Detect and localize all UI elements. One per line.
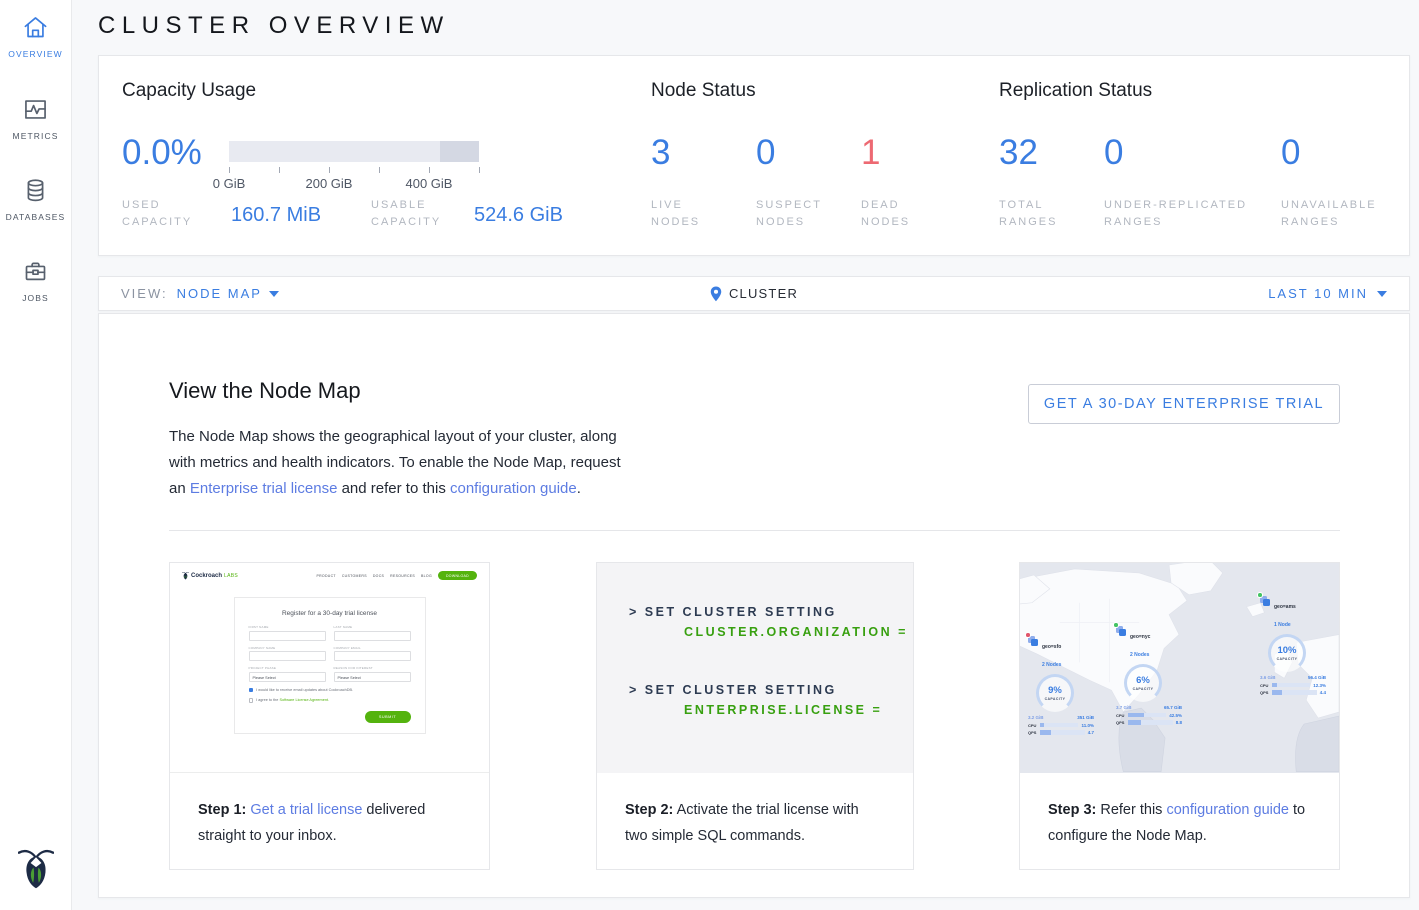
chevron-down-icon [1377,291,1387,297]
locality-widget-sfo: geo=sfo2 Nodes 9% CAPACITY 3.2 GiB351 Gi… [1028,635,1110,735]
dead-nodes-count: 1 [861,133,880,173]
mini-trial-form: Register for a 30-day trial license FIRS… [234,597,426,734]
configuration-guide-link[interactable]: configuration guide [450,480,577,497]
capacity-axis-tick: 200 GiB [294,176,364,191]
step2-caption: Step 2: Activate the trial license with … [597,773,913,869]
capacity-gauge: 10% CAPACITY [1268,634,1306,672]
database-icon [22,191,49,208]
sidebar: OVERVIEW METRICS DATABASES [0,0,72,910]
sidebar-item-label: DATABASES [0,212,71,222]
usable-capacity-label: USABLE CAPACITY [371,197,456,231]
node-icon [1260,595,1271,606]
view-label: VIEW: [121,286,168,301]
step3-caption: Step 3: Refer this configuration guide t… [1020,773,1339,869]
node-map-heading: View the Node Map [169,378,361,404]
node-map-card: View the Node Map The Node Map shows the… [98,313,1410,898]
mini-download-button: DOWNLOAD [438,571,477,580]
cluster-overview-screen: OVERVIEW METRICS DATABASES [0,0,1419,910]
step3-node-map-preview: geo=sfo2 Nodes 9% CAPACITY 3.2 GiB351 Gi… [1020,563,1339,773]
locality-breadcrumb[interactable]: CLUSTER [729,286,798,301]
page-title: CLUSTER OVERVIEW [98,12,450,40]
configuration-guide-link[interactable]: configuration guide [1166,802,1289,818]
time-range-dropdown[interactable]: LAST 10 MIN [1268,286,1387,301]
live-status-dot [1257,592,1263,598]
live-nodes-label: LIVE NODES [651,197,731,231]
view-selector-value: NODE MAP [177,286,262,301]
suspect-nodes-count: 0 [756,133,775,173]
used-capacity-value: 160.7 MiB [231,204,321,227]
sidebar-item-label: JOBS [0,293,71,303]
step3-card: geo=sfo2 Nodes 9% CAPACITY 3.2 GiB351 Gi… [1019,562,1340,870]
usable-capacity-value: 524.6 GiB [474,204,563,227]
mini-checkbox [249,698,254,703]
dead-nodes-label: DEAD NODES [861,197,941,231]
metrics-icon [22,110,49,127]
node-status-title: Node Status [651,80,756,102]
step1-screenshot: Cockroach LABS PRODUCT CUSTOMERS DOCS RE… [170,563,489,773]
step2-card: > SET CLUSTER SETTING CLUSTER.ORGANIZATI… [596,562,914,870]
node-icon [1116,625,1127,636]
mini-submit-button: SUBMIT [365,711,411,723]
replication-status-title: Replication Status [999,80,1152,102]
capacity-axis-tick: 400 GiB [394,176,464,191]
mini-checkbox-checked [249,688,254,693]
mini-cockroach-logo: Cockroach LABS [182,571,238,580]
cluster-summary-card: Capacity Usage 0.0% 0 GiB 200 GiB 400 Gi… [98,55,1410,256]
step1-caption: Step 1: Get a trial license delivered st… [170,773,489,869]
sql-setting: ENTERPRISE.LICENSE = [684,703,882,717]
capacity-bar-reserved-segment [440,141,479,162]
sql-setting: CLUSTER.ORGANIZATION = [684,625,908,639]
step2-sql-snippet: > SET CLUSTER SETTING CLUSTER.ORGANIZATI… [597,563,913,773]
enterprise-trial-license-link[interactable]: Enterprise trial license [190,480,338,497]
get-trial-license-link[interactable]: Get a trial license [250,802,362,818]
sidebar-item-metrics[interactable]: METRICS [0,96,71,141]
location-pin-icon [710,286,722,302]
divider [169,530,1340,531]
suspect-nodes-label: SUSPECT NODES [756,197,836,231]
sidebar-item-jobs[interactable]: JOBS [0,258,71,303]
node-map-description: The Node Map shows the geographical layo… [169,424,639,502]
enterprise-trial-button[interactable]: GET A 30-DAY ENTERPRISE TRIAL [1028,384,1340,424]
total-ranges-count: 32 [999,133,1038,173]
view-bar: VIEW: NODE MAP CLUSTER LAST 10 MIN [98,276,1410,311]
home-icon [22,28,49,45]
chevron-down-icon [269,291,279,297]
sidebar-item-label: METRICS [0,131,71,141]
capacity-usage-title: Capacity Usage [122,80,256,102]
sql-command: > SET CLUSTER SETTING [629,605,908,619]
live-nodes-count: 3 [651,133,670,173]
briefcase-icon [22,272,49,289]
capacity-axis-tick: 0 GiB [202,176,256,191]
mini-site-nav: PRODUCT CUSTOMERS DOCS RESOURCES BLOG DO… [316,571,477,580]
sidebar-item-overview[interactable]: OVERVIEW [0,14,71,59]
capacity-used-percent: 0.0% [122,133,202,173]
locality-widget-ams: geo=ams1 Node 10% CAPACITY 3.6 GiB56.4 G… [1260,595,1339,695]
sql-command: > SET CLUSTER SETTING [629,683,882,697]
cockroachdb-logo [0,845,71,896]
view-selector-dropdown[interactable]: NODE MAP [177,286,279,301]
step1-card: Cockroach LABS PRODUCT CUSTOMERS DOCS RE… [169,562,490,870]
capacity-gauge: 6% CAPACITY [1124,664,1162,702]
unavailable-ranges-count: 0 [1281,133,1300,173]
capacity-gauge: 9% CAPACITY [1036,674,1074,712]
unavailable-ranges-label: UNAVAILABLE RANGES [1281,197,1401,231]
locality-widget-nyc: geo=nyc2 Nodes 6% CAPACITY 3.7 GiB65.7 G… [1116,625,1198,725]
under-replicated-ranges-count: 0 [1104,133,1123,173]
under-replicated-ranges-label: UNDER-REPLICATED RANGES [1104,197,1269,231]
sidebar-item-label: OVERVIEW [0,49,71,59]
total-ranges-label: TOTAL RANGES [999,197,1079,231]
used-capacity-label: USED CAPACITY [122,197,207,231]
capacity-bar [229,141,479,162]
node-icon [1028,635,1039,646]
dead-status-dot [1025,632,1031,638]
time-range-value: LAST 10 MIN [1268,286,1368,301]
live-status-dot [1113,622,1119,628]
sidebar-item-databases[interactable]: DATABASES [0,177,71,222]
